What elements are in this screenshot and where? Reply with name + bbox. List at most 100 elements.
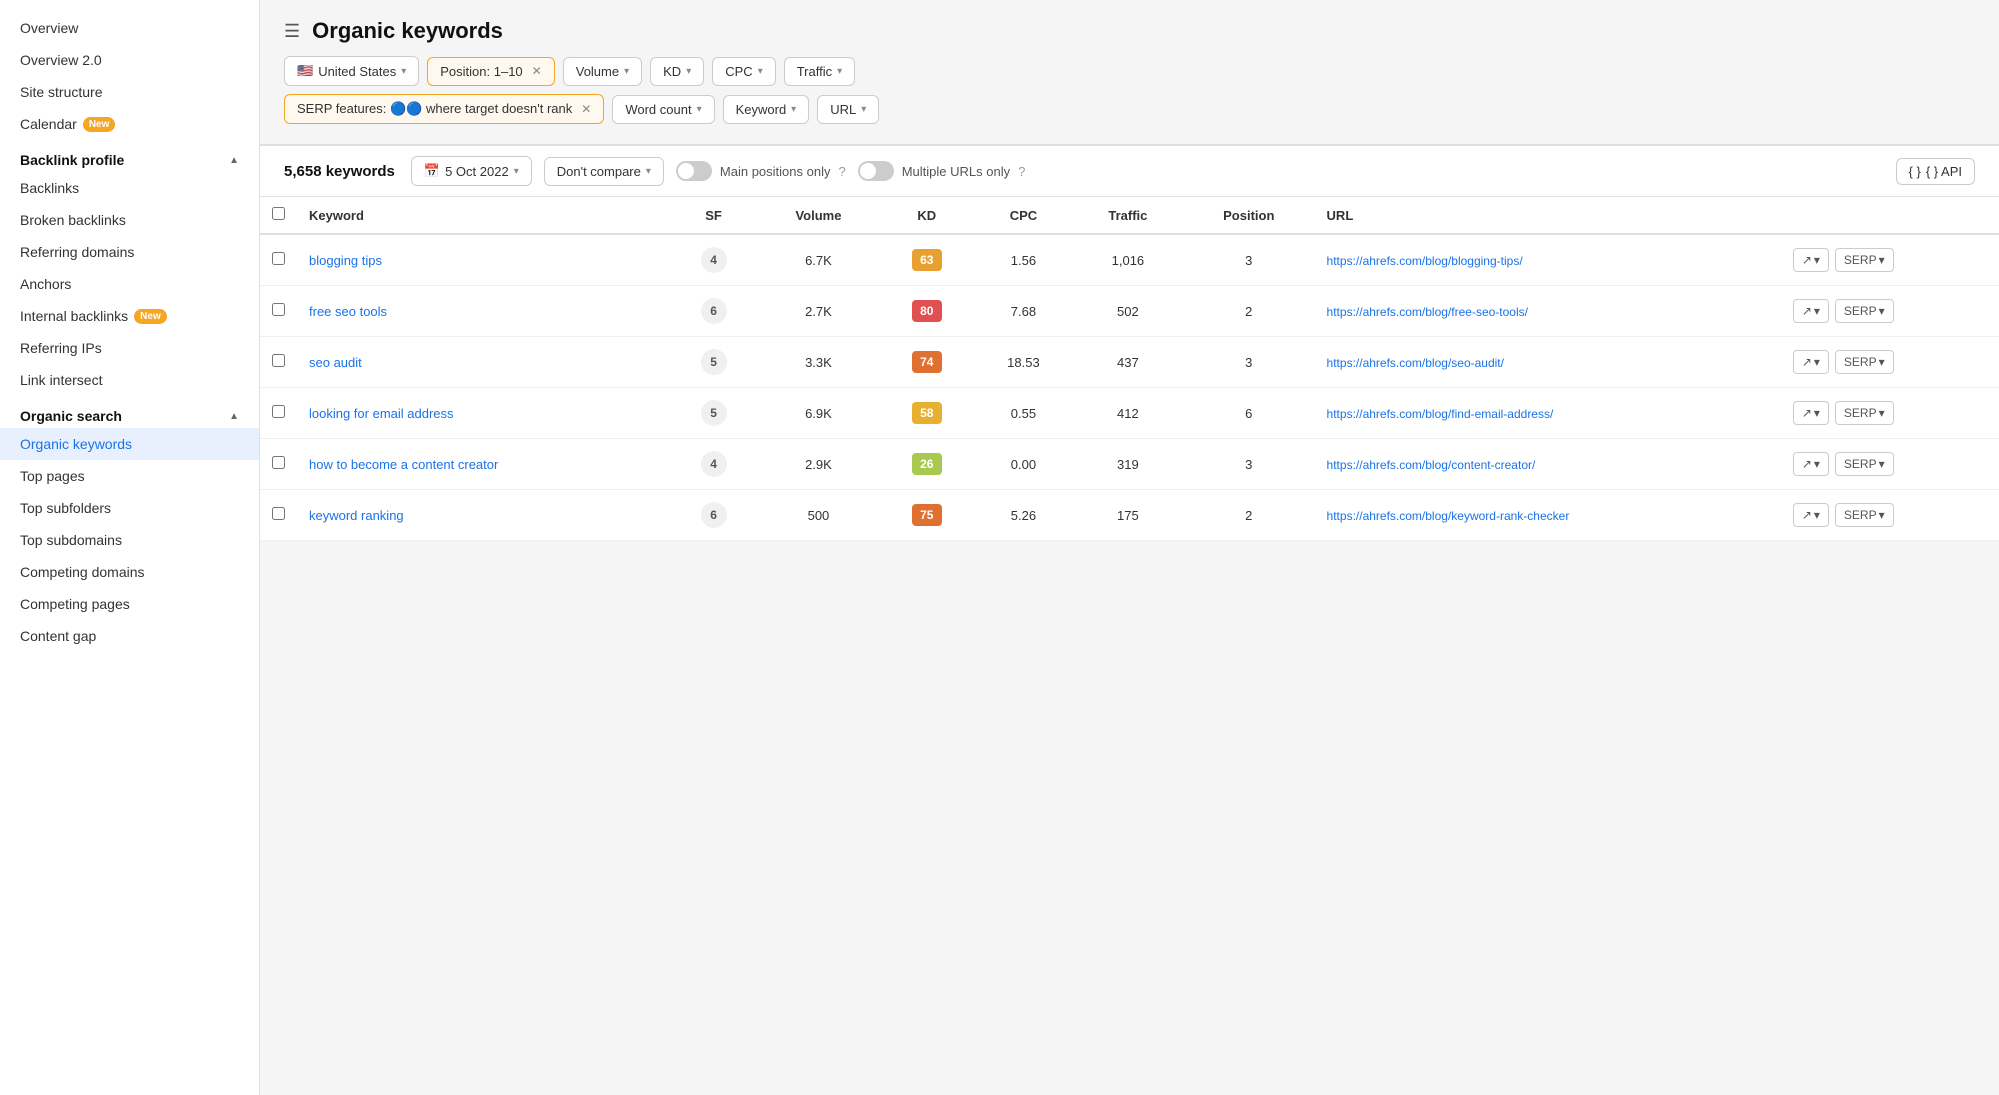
serp-button[interactable]: SERP ▾ — [1835, 350, 1894, 374]
keyword-link[interactable]: blogging tips — [309, 253, 382, 268]
filter-btn-2[interactable]: Volume▾ — [563, 57, 642, 86]
row-checkbox[interactable] — [272, 507, 285, 520]
page-title: Organic keywords — [312, 18, 503, 44]
close-icon[interactable]: ✕ — [581, 102, 591, 116]
sidebar-item-top-pages[interactable]: Top pages — [0, 460, 259, 492]
filter-btn-0[interactable]: SERP features: 🔵🔵 where target doesn't r… — [284, 94, 604, 124]
filter-btn-2[interactable]: Keyword▾ — [723, 95, 810, 124]
position-cell: 3 — [1183, 439, 1315, 490]
filter-btn-0[interactable]: 🇺🇸United States▾ — [284, 56, 419, 86]
url-link[interactable]: https://ahrefs.com/blog/free-seo-tools/ — [1327, 305, 1528, 319]
chevron-down-icon: ▾ — [861, 104, 866, 115]
sidebar-item-label: Competing domains — [20, 564, 145, 580]
sidebar-item-competing-pages[interactable]: Competing pages — [0, 588, 259, 620]
col-cpc: CPC — [974, 197, 1073, 234]
trend-icon: ↗ — [1802, 457, 1812, 471]
sidebar-item-referring-ips[interactable]: Referring IPs — [0, 332, 259, 364]
row-checkbox[interactable] — [272, 405, 285, 418]
trend-icon: ↗ — [1802, 406, 1812, 420]
api-button[interactable]: { } { } API — [1896, 158, 1975, 185]
sidebar-item-backlinks[interactable]: Backlinks — [0, 172, 259, 204]
sidebar-item-top-subdomains[interactable]: Top subdomains — [0, 524, 259, 556]
filter-btn-4[interactable]: CPC▾ — [712, 57, 775, 86]
url-link[interactable]: https://ahrefs.com/blog/find-email-addre… — [1327, 407, 1554, 421]
kd-badge: 58 — [912, 402, 942, 424]
trend-button[interactable]: ↗ ▾ — [1793, 452, 1829, 476]
sidebar-item-overview[interactable]: Overview — [0, 12, 259, 44]
chevron-down-icon: ▾ — [1814, 253, 1820, 267]
sidebar-section-organic-search[interactable]: Organic search▲ — [0, 396, 259, 428]
sidebar-item-referring-domains[interactable]: Referring domains — [0, 236, 259, 268]
sidebar-item-organic-keywords[interactable]: Organic keywords — [0, 428, 259, 460]
new-badge: New — [134, 309, 167, 324]
keyword-link[interactable]: seo audit — [309, 355, 362, 370]
keyword-link[interactable]: free seo tools — [309, 304, 387, 319]
url-link[interactable]: https://ahrefs.com/blog/keyword-rank-che… — [1327, 509, 1570, 523]
sidebar-item-label: Organic keywords — [20, 436, 132, 452]
trend-button[interactable]: ↗ ▾ — [1793, 401, 1829, 425]
kd-badge: 26 — [912, 453, 942, 475]
row-actions: ↗ ▾SERP ▾ — [1793, 401, 1987, 425]
multiple-urls-toggle[interactable] — [858, 161, 894, 181]
sidebar-item-anchors[interactable]: Anchors — [0, 268, 259, 300]
col-url: URL — [1315, 197, 1781, 234]
chevron-down-icon: ▾ — [624, 66, 629, 77]
filter-btn-1[interactable]: Position: 1–10 ✕ — [427, 57, 554, 86]
chevron-down-icon: ▾ — [697, 104, 702, 115]
filter-btn-3[interactable]: KD▾ — [650, 57, 704, 86]
url-link[interactable]: https://ahrefs.com/blog/content-creator/ — [1327, 458, 1536, 472]
row-checkbox[interactable] — [272, 354, 285, 367]
trend-button[interactable]: ↗ ▾ — [1793, 299, 1829, 323]
hamburger-icon[interactable]: ☰ — [284, 21, 300, 42]
sidebar-item-competing-domains[interactable]: Competing domains — [0, 556, 259, 588]
trend-button[interactable]: ↗ ▾ — [1793, 503, 1829, 527]
keyword-link[interactable]: keyword ranking — [309, 508, 404, 523]
filter-btn-5[interactable]: Traffic▾ — [784, 57, 855, 86]
toolbar-row: 5,658 keywords 📅 5 Oct 2022 ▾ Don't comp… — [260, 145, 1999, 197]
filter-btn-3[interactable]: URL▾ — [817, 95, 879, 124]
chevron-down-icon: ▾ — [758, 66, 763, 77]
table-row: looking for email address56.9K580.554126… — [260, 388, 1999, 439]
sidebar-item-broken-backlinks[interactable]: Broken backlinks — [0, 204, 259, 236]
date-picker-button[interactable]: 📅 5 Oct 2022 ▾ — [411, 156, 532, 186]
sidebar-section-backlink-profile[interactable]: Backlink profile▲ — [0, 140, 259, 172]
sidebar-item-top-subfolders[interactable]: Top subfolders — [0, 492, 259, 524]
chevron-down-icon: ▾ — [837, 66, 842, 77]
main-positions-help-icon[interactable]: ? — [838, 164, 845, 179]
sidebar-item-calendar[interactable]: CalendarNew — [0, 108, 259, 140]
serp-button[interactable]: SERP ▾ — [1835, 503, 1894, 527]
compare-button[interactable]: Don't compare ▾ — [544, 157, 664, 186]
position-cell: 2 — [1183, 286, 1315, 337]
main-header: ☰ Organic keywords — [260, 0, 1999, 56]
trend-button[interactable]: ↗ ▾ — [1793, 350, 1829, 374]
sidebar-item-site-structure[interactable]: Site structure — [0, 76, 259, 108]
close-icon[interactable]: ✕ — [532, 64, 542, 78]
serp-button[interactable]: SERP ▾ — [1835, 299, 1894, 323]
cpc-cell: 1.56 — [974, 234, 1073, 286]
url-link[interactable]: https://ahrefs.com/blog/seo-audit/ — [1327, 356, 1504, 370]
main-positions-toggle[interactable] — [676, 161, 712, 181]
trend-button[interactable]: ↗ ▾ — [1793, 248, 1829, 272]
chevron-down-icon: ▾ — [1879, 457, 1885, 471]
url-link[interactable]: https://ahrefs.com/blog/blogging-tips/ — [1327, 254, 1523, 268]
volume-cell: 2.7K — [757, 286, 879, 337]
sidebar-item-internal-backlinks[interactable]: Internal backlinks New — [0, 300, 259, 332]
keyword-link[interactable]: looking for email address — [309, 406, 454, 421]
row-checkbox[interactable] — [272, 303, 285, 316]
serp-button[interactable]: SERP ▾ — [1835, 401, 1894, 425]
filter-btn-1[interactable]: Word count▾ — [612, 95, 714, 124]
select-all-checkbox[interactable] — [272, 207, 285, 220]
row-checkbox[interactable] — [272, 456, 285, 469]
row-checkbox[interactable] — [272, 252, 285, 265]
serp-button[interactable]: SERP ▾ — [1835, 452, 1894, 476]
sidebar-item-label: Internal backlinks — [20, 308, 128, 324]
keyword-link[interactable]: how to become a content creator — [309, 457, 498, 472]
keywords-table: Keyword SF Volume KD CPC Traffic Positio… — [260, 197, 1999, 541]
serp-button[interactable]: SERP ▾ — [1835, 248, 1894, 272]
sidebar-item-link-intersect[interactable]: Link intersect — [0, 364, 259, 396]
table-body: blogging tips46.7K631.561,0163https://ah… — [260, 234, 1999, 541]
multiple-urls-help-icon[interactable]: ? — [1018, 164, 1025, 179]
sidebar-item-overview-2.0[interactable]: Overview 2.0 — [0, 44, 259, 76]
chevron-down-icon: ▾ — [1814, 406, 1820, 420]
sidebar-item-content-gap[interactable]: Content gap — [0, 620, 259, 652]
